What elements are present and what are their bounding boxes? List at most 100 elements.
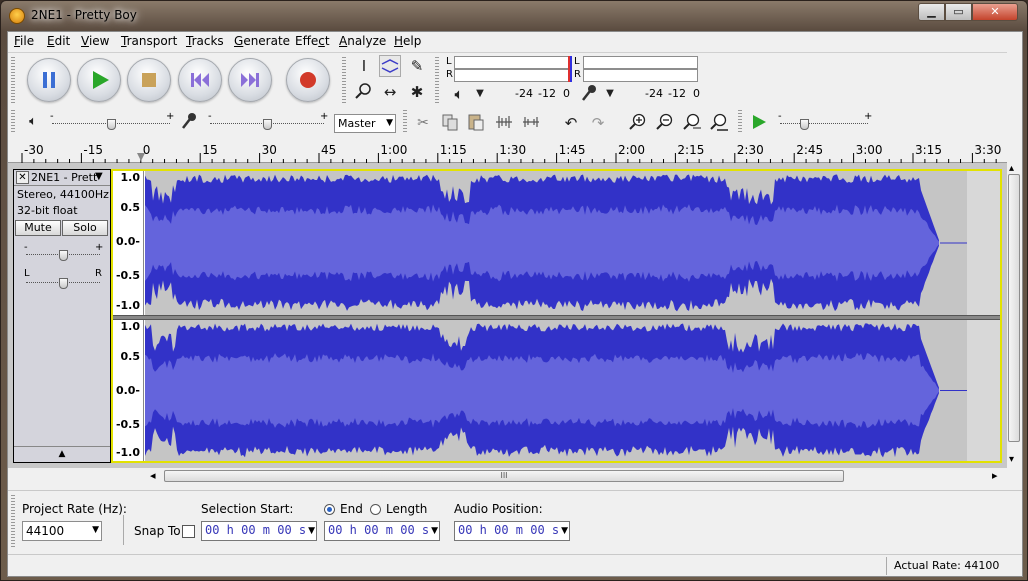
record-meter-tick: 0 xyxy=(693,87,700,100)
silence-icon[interactable] xyxy=(520,112,542,134)
fit-project-icon[interactable] xyxy=(708,112,730,134)
scroll-right-icon[interactable]: ▸ xyxy=(992,469,998,482)
redo-icon[interactable]: ↷ xyxy=(587,112,609,134)
skip-to-start-button[interactable] xyxy=(178,58,222,102)
menu-tracks[interactable]: Tracks xyxy=(186,34,224,48)
audio-position-field[interactable]: 00 h 00 m 00 s ▼ xyxy=(454,521,570,541)
length-radio[interactable] xyxy=(370,504,381,515)
menu-edit[interactable]: Edit xyxy=(47,34,70,48)
playhead-marker-icon[interactable] xyxy=(137,153,145,161)
snap-to-checkbox[interactable] xyxy=(182,525,195,538)
menu-view[interactable]: View xyxy=(81,34,109,48)
copy-icon[interactable] xyxy=(439,112,461,134)
undo-icon[interactable]: ↶ xyxy=(560,112,582,134)
timeshift-tool-icon[interactable]: ↔ xyxy=(379,81,401,103)
playback-meter-right[interactable] xyxy=(454,69,569,82)
envelope-tool-icon[interactable] xyxy=(379,55,401,77)
timeline-ruler[interactable]: -30 -15 0 15 30 45 1:00 1:15 1:30 1:45 2:00 2:15 2:3… xyxy=(8,141,1022,163)
scroll-up-icon[interactable]: ▴ xyxy=(1009,163,1014,174)
pan-thumb[interactable] xyxy=(58,278,68,289)
vertical-scroll-thumb[interactable] xyxy=(1008,174,1020,442)
recording-volume-thumb[interactable] xyxy=(262,119,272,130)
zoom-tool-icon[interactable] xyxy=(353,81,375,103)
skip-to-end-button[interactable] xyxy=(228,58,272,102)
play-at-speed-icon[interactable] xyxy=(748,112,770,134)
cut-icon[interactable]: ✂ xyxy=(412,112,434,134)
end-label: End xyxy=(340,502,363,516)
play-speed-slider[interactable] xyxy=(780,119,868,130)
track-name[interactable]: 2NE1 - Prett xyxy=(31,171,97,184)
transcription-toolbar-grip[interactable] xyxy=(738,110,742,134)
horizontal-scrollbar[interactable]: ◂ III ▸ xyxy=(8,468,1022,484)
right-channel-waveform[interactable] xyxy=(145,320,1000,461)
horizontal-scroll-thumb[interactable]: III xyxy=(164,470,844,482)
playback-volume-slider[interactable] xyxy=(52,119,170,130)
scale-label: 1.0 xyxy=(120,320,141,333)
selection-end-field[interactable]: 00 h 00 m 00 s ▼ xyxy=(324,521,440,541)
tools-toolbar-grip[interactable] xyxy=(342,57,346,103)
gain-thumb[interactable] xyxy=(58,250,68,261)
record-meter-right[interactable] xyxy=(583,69,698,82)
playback-volume-thumb[interactable] xyxy=(106,119,116,130)
scroll-down-icon[interactable]: ▾ xyxy=(1009,454,1014,465)
mixer-toolbar-grip[interactable] xyxy=(11,110,15,134)
empty-track-region xyxy=(967,320,1000,461)
pause-button[interactable] xyxy=(27,58,71,102)
record-button[interactable] xyxy=(286,58,330,102)
gain-slider[interactable] xyxy=(26,250,100,261)
trim-icon[interactable] xyxy=(493,112,515,134)
zoom-out-icon[interactable] xyxy=(654,112,676,134)
audio-position-label: Audio Position: xyxy=(454,502,543,516)
menu-generate[interactable]: Generate xyxy=(234,34,290,48)
end-radio[interactable] xyxy=(324,504,335,515)
waveform-rms xyxy=(145,352,939,429)
play-speed-thumb[interactable] xyxy=(799,119,809,130)
minimize-button[interactable]: ▁ xyxy=(918,3,945,21)
zoom-in-icon[interactable] xyxy=(627,112,649,134)
play-button[interactable] xyxy=(77,58,121,102)
length-label: Length xyxy=(386,502,428,516)
title-bar[interactable]: 2NE1 - Pretty Boy ▁ ▭ ✕ xyxy=(1,1,1027,31)
recording-volume-slider[interactable] xyxy=(210,119,324,130)
transport-toolbar-grip[interactable] xyxy=(11,57,15,103)
menu-file[interactable]: File xyxy=(14,34,34,48)
actual-rate-status: Actual Rate: 44100 xyxy=(894,559,1000,572)
record-meter-left[interactable] xyxy=(583,56,698,69)
left-channel-waveform[interactable] xyxy=(145,171,1000,315)
mute-button[interactable]: Mute xyxy=(15,220,61,236)
waveform-area[interactable]: 1.0 0.5 0.0- -0.5 -1.0 1.0 0.5 0.0- -0.5… xyxy=(111,169,1002,463)
pan-slider[interactable] xyxy=(26,278,100,289)
solo-button[interactable]: Solo xyxy=(62,220,108,236)
waveform-rms xyxy=(145,204,939,282)
playback-meter-left[interactable] xyxy=(454,56,569,69)
meter-toolbar-grip[interactable] xyxy=(435,57,439,103)
record-meter-left-label: L xyxy=(574,56,580,67)
draw-tool-icon[interactable]: ✎ xyxy=(406,55,428,77)
record-icon xyxy=(287,59,329,101)
maximize-button[interactable]: ▭ xyxy=(945,3,972,21)
collapse-track-icon[interactable]: ▲ xyxy=(14,446,110,462)
menu-transport[interactable]: Transport xyxy=(121,34,177,48)
multi-tool-icon[interactable]: ✱ xyxy=(406,81,428,103)
track-menu-icon[interactable]: ▼ xyxy=(95,171,103,182)
selection-tool-icon[interactable]: I xyxy=(353,55,375,77)
project-rate-select[interactable]: 44100 ▼ xyxy=(22,521,102,541)
edit-toolbar-grip[interactable] xyxy=(403,110,407,134)
chevron-down-icon: ▼ xyxy=(92,525,99,535)
selection-start-field[interactable]: 00 h 00 m 00 s ▼ xyxy=(201,521,317,541)
input-source-select[interactable]: Master ▼ xyxy=(334,114,396,133)
fit-selection-icon[interactable] xyxy=(681,112,703,134)
menu-analyze[interactable]: Analyze xyxy=(339,34,386,48)
track-close-icon[interactable]: ✕ xyxy=(16,171,29,184)
paste-icon[interactable] xyxy=(465,112,487,134)
stop-button[interactable] xyxy=(127,58,171,102)
close-button[interactable]: ✕ xyxy=(972,3,1018,21)
menu-effect[interactable]: Effect xyxy=(295,34,330,48)
scroll-left-icon[interactable]: ◂ xyxy=(150,469,156,482)
vertical-scrollbar[interactable]: ▴ ▾ xyxy=(1007,32,1022,468)
menu-help[interactable]: Help xyxy=(394,34,421,48)
record-meter-menu-icon[interactable]: ▼ xyxy=(599,83,621,105)
ruler-tick-label: 1:45 xyxy=(559,143,586,157)
playback-meter-menu-icon[interactable]: ▼ xyxy=(469,83,491,105)
selection-toolbar-grip[interactable] xyxy=(11,495,15,549)
